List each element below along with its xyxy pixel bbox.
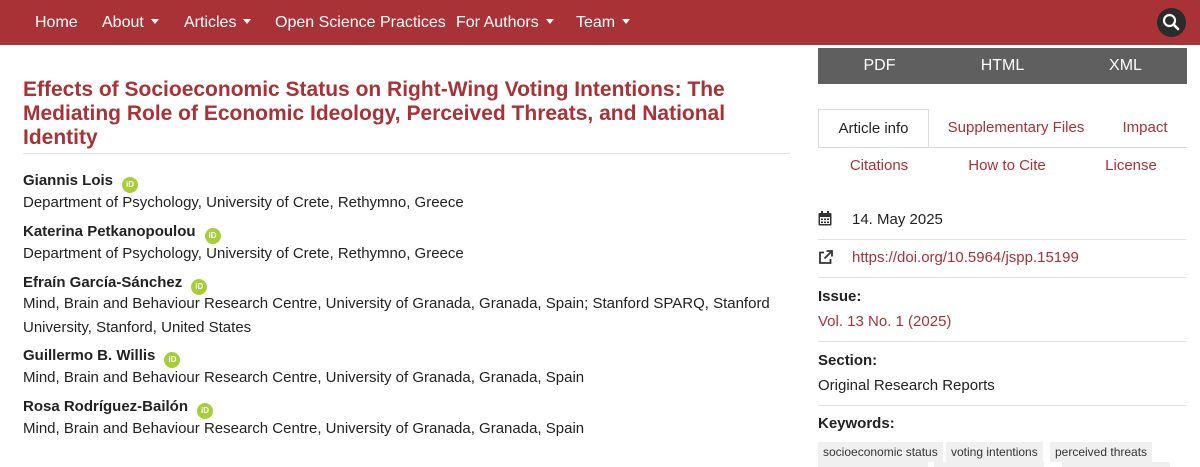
- nav-about[interactable]: About: [102, 0, 159, 45]
- author-name-text: Efraín García-Sánchez: [23, 274, 183, 291]
- nav-articles-label: Articles: [184, 14, 237, 31]
- author-name-text: Giannis Lois: [23, 172, 114, 189]
- xml-link[interactable]: XML: [1064, 48, 1187, 84]
- sidebar-divider: [818, 239, 1187, 240]
- nav-open-science-label: Open Science Practices: [275, 14, 446, 31]
- author-name-text: Rosa Rodríguez-Bailón: [23, 398, 189, 415]
- keyword-tag[interactable]: [818, 462, 928, 467]
- pdf-link[interactable]: PDF: [818, 48, 941, 84]
- section-value: Original Research Reports: [818, 377, 995, 394]
- tab-license[interactable]: License: [1094, 147, 1168, 185]
- keyword-tag[interactable]: perceived threats: [1050, 442, 1153, 462]
- section-label: Section:: [818, 352, 878, 369]
- author-affiliation: Department of Psychology, University of …: [23, 194, 464, 211]
- doi-link[interactable]: https://doi.org/10.5964/jspp.15199: [852, 249, 1079, 266]
- keyword-tag[interactable]: voting intentions: [946, 442, 1043, 462]
- nav-for-authors[interactable]: For Authors: [456, 0, 554, 45]
- author-affiliation: Mind, Brain and Behaviour Research Centr…: [23, 295, 770, 336]
- nav-open-science[interactable]: Open Science Practices: [275, 0, 446, 45]
- search-button[interactable]: [1157, 8, 1186, 37]
- tab-how-to-cite[interactable]: How to Cite: [955, 147, 1059, 185]
- tab-supplementary-files[interactable]: Supplementary Files: [936, 109, 1096, 147]
- nav-about-label: About: [102, 14, 144, 31]
- issue-link[interactable]: Vol. 13 No. 1 (2025): [818, 313, 951, 330]
- keyword-tag[interactable]: socioeconomic status: [818, 442, 943, 462]
- nav-home-label: Home: [35, 14, 78, 31]
- caret-down-icon: [150, 19, 159, 24]
- author-name-text: Guillermo B. Willis: [23, 347, 156, 364]
- caret-down-icon: [545, 19, 554, 24]
- tab-impact[interactable]: Impact: [1108, 109, 1182, 147]
- author-affiliation: Mind, Brain and Behaviour Research Centr…: [23, 369, 585, 386]
- calendar-icon: [818, 211, 832, 226]
- author-name: Katerina Petkanopoulou iD: [23, 223, 221, 244]
- author-name: Giannis Lois iD: [23, 172, 139, 193]
- article-title: Effects of Socioeconomic Status on Right…: [23, 78, 726, 149]
- author-name: Guillermo B. Willis iD: [23, 347, 181, 368]
- keyword-tag[interactable]: [934, 462, 1044, 467]
- search-icon: [1162, 13, 1180, 31]
- tab-article-info[interactable]: Article info: [818, 109, 929, 147]
- caret-down-icon: [243, 19, 252, 24]
- author-affiliation: Department of Psychology, University of …: [23, 245, 464, 262]
- tab-citations[interactable]: Citations: [830, 147, 928, 185]
- title-divider: [23, 153, 790, 154]
- top-navbar: Home About Articles Open Science Practic…: [0, 0, 1200, 45]
- author-name: Rosa Rodríguez-Bailón iD: [23, 398, 214, 419]
- author-name-text: Katerina Petkanopoulou: [23, 223, 196, 240]
- sidebar-divider: [818, 341, 1187, 342]
- author-affiliation: Mind, Brain and Behaviour Research Centr…: [23, 420, 585, 437]
- tabs-divider: [818, 147, 1187, 148]
- published-date: 14. May 2025: [852, 211, 943, 228]
- nav-home[interactable]: Home: [35, 0, 78, 45]
- caret-down-icon: [622, 19, 631, 24]
- keywords-label: Keywords:: [818, 415, 895, 432]
- nav-articles[interactable]: Articles: [184, 0, 252, 45]
- nav-team[interactable]: Team: [576, 0, 631, 45]
- sidebar-divider: [818, 277, 1187, 278]
- nav-for-authors-label: For Authors: [456, 14, 539, 31]
- issue-label: Issue:: [818, 288, 862, 305]
- sidebar-divider: [818, 405, 1187, 406]
- keyword-tag[interactable]: [1062, 462, 1170, 467]
- external-link-icon: [819, 250, 833, 264]
- html-link[interactable]: HTML: [941, 48, 1064, 84]
- galley-links-bar: PDF HTML XML: [818, 48, 1187, 84]
- nav-team-label: Team: [576, 14, 616, 31]
